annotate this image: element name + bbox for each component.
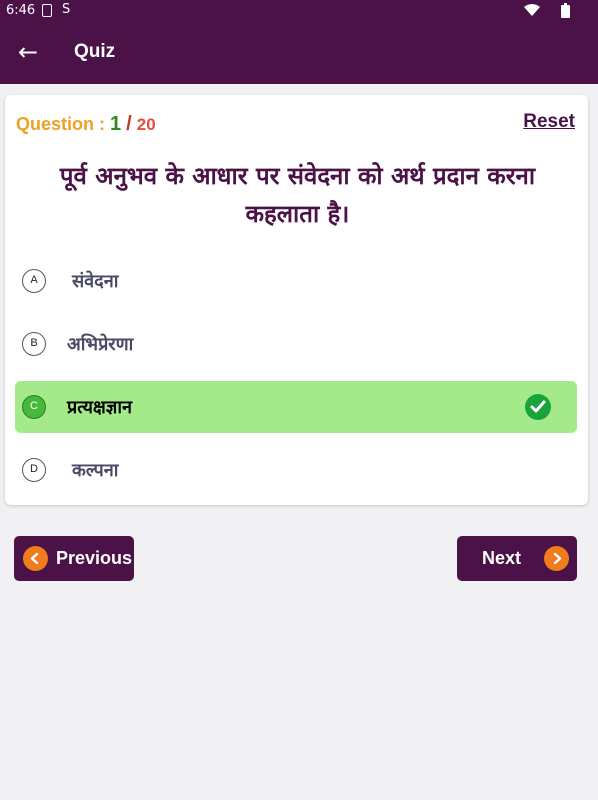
question-total-number: 20	[136, 115, 156, 134]
option-text-c: प्रत्यक्षज्ञान	[67, 397, 132, 418]
question-counter-separator: /	[126, 113, 132, 135]
check-circle-icon	[525, 394, 551, 420]
question-current-number: 1	[110, 113, 122, 135]
next-button-label: Next	[482, 548, 522, 568]
option-c[interactable]: C प्रत्यक्षज्ञान	[15, 381, 577, 433]
status-time: 6:46	[6, 3, 36, 18]
sd-card-icon	[42, 4, 52, 17]
question-counter-label: Question :	[16, 114, 105, 134]
option-letter-d: D	[22, 458, 46, 482]
sync-icon: S	[62, 2, 71, 17]
option-text-a: संवेदना	[72, 271, 119, 292]
arrow-left-icon[interactable]: ←	[18, 38, 38, 66]
status-bar: 6:46 S	[0, 0, 598, 22]
page-title: Quiz	[74, 41, 116, 62]
wifi-icon	[524, 4, 540, 21]
reset-button[interactable]: Reset	[523, 111, 575, 133]
option-d[interactable]: D कल्पना	[15, 444, 577, 496]
option-letter-b: B	[22, 332, 46, 356]
option-letter-c: C	[22, 395, 46, 419]
chevron-right-icon	[544, 546, 569, 571]
option-text-b: अभिप्रेरणा	[67, 334, 134, 355]
option-text-d: कल्पना	[72, 460, 119, 481]
chevron-left-icon	[23, 546, 48, 571]
option-a[interactable]: A संवेदना	[15, 255, 577, 307]
previous-button[interactable]: Previous	[14, 536, 134, 581]
question-counter: Question : 1 / 20	[16, 113, 156, 136]
option-letter-a: A	[22, 269, 46, 293]
question-card: Question : 1 / 20 Reset पूर्व अनुभव के आ…	[5, 95, 588, 505]
next-button[interactable]: Next	[457, 536, 577, 581]
app-bar: ← Quiz	[0, 22, 598, 84]
previous-button-label: Previous	[56, 548, 133, 568]
question-text: पूर्व अनुभव के आधार पर संवेदना को अर्थ प…	[59, 162, 536, 228]
battery-icon	[561, 3, 570, 22]
option-b[interactable]: B अभिप्रेरणा	[15, 318, 577, 370]
